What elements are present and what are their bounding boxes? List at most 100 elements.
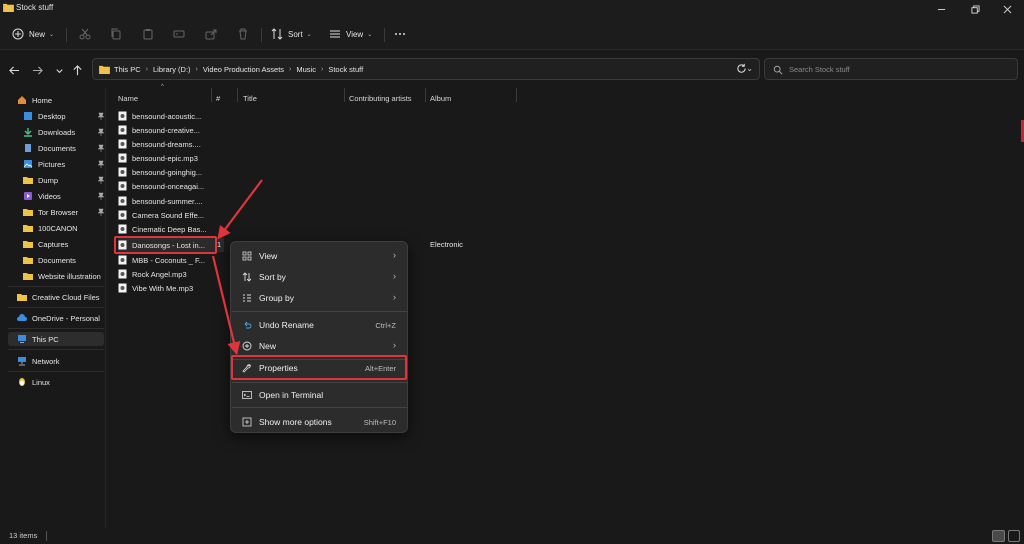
sidebar-item-label: Documents <box>38 143 76 153</box>
file-row-selected[interactable]: Danosongs - Lost in... <box>118 238 224 252</box>
sidebar-item-captures[interactable]: Captures <box>23 237 68 251</box>
file-row[interactable]: bensound-summer.... <box>118 194 202 208</box>
desktop-icon <box>24 112 32 120</box>
search-input[interactable] <box>789 62 1009 76</box>
column-divider[interactable] <box>516 88 517 102</box>
sidebar-item-videos[interactable]: Videos <box>23 189 105 203</box>
toolbar-divider <box>66 28 67 42</box>
menu-item-undo-rename[interactable]: Undo Rename Ctrl+Z <box>234 315 406 335</box>
menu-item-show-more-options[interactable]: Show more options Shift+F10 <box>234 412 406 432</box>
pin-icon[interactable] <box>97 112 105 120</box>
file-row[interactable]: bensound-acoustic... <box>118 109 201 123</box>
delete-button[interactable] <box>237 24 249 44</box>
sidebar-item-onedrive[interactable]: OneDrive - Personal <box>17 311 100 325</box>
pin-icon[interactable] <box>97 160 105 168</box>
close-icon <box>1003 5 1011 13</box>
menu-item-group-by[interactable]: Group by › <box>234 288 406 308</box>
copy-button[interactable] <box>110 24 122 44</box>
pin-icon[interactable] <box>97 176 105 184</box>
sidebar-item-dump[interactable]: Dump <box>23 173 105 187</box>
file-row[interactable]: Cinematic Deep Bas... <box>118 222 207 236</box>
minimize-button[interactable] <box>926 2 956 16</box>
view-button[interactable]: View ⌄ <box>329 24 372 44</box>
file-row[interactable]: bensound-goinghig... <box>118 165 202 179</box>
column-divider[interactable] <box>425 88 426 102</box>
sort-button[interactable]: Sort ⌄ <box>271 24 312 44</box>
cloud-icon <box>17 314 27 321</box>
sidebar-item-label: Captures <box>38 239 69 249</box>
sidebar-item-website-illustration[interactable]: Website illustration <box>23 269 101 283</box>
sidebar-item-pictures[interactable]: Pictures <box>23 157 105 171</box>
column-divider[interactable] <box>211 88 212 102</box>
cut-button[interactable] <box>79 24 91 44</box>
menu-item-sort-by[interactable]: Sort by › <box>234 267 406 287</box>
breadcrumb-library[interactable]: Library (D:) <box>153 65 191 74</box>
maximize-button[interactable] <box>960 2 990 16</box>
breadcrumb-stock-stuff[interactable]: Stock stuff <box>328 65 363 74</box>
pin-icon[interactable] <box>97 144 105 152</box>
up-button[interactable] <box>70 63 84 77</box>
breadcrumb-music[interactable]: Music <box>296 65 316 74</box>
sort-ascending-icon: ^ <box>161 84 164 90</box>
menu-item-new[interactable]: New › <box>234 336 406 356</box>
sidebar-item-creative-cloud[interactable]: Creative Cloud Files <box>17 290 100 304</box>
sidebar-item-documents[interactable]: Documents <box>23 141 105 155</box>
breadcrumb: This PC › Library (D:) › Video Productio… <box>114 65 363 74</box>
menu-item-open-in-terminal[interactable]: Open in Terminal <box>234 385 406 405</box>
breadcrumb-this-pc[interactable]: This PC <box>114 65 141 74</box>
pin-icon[interactable] <box>97 208 105 216</box>
sidebar-item-desktop[interactable]: Desktop <box>23 109 105 123</box>
menu-item-properties[interactable]: Properties Alt+Enter <box>234 358 406 378</box>
new-button[interactable]: New ⌄ <box>12 24 54 44</box>
column-header-name[interactable]: Name <box>118 91 138 105</box>
column-header-contributing-artists[interactable]: Contributing artists <box>349 91 412 105</box>
recent-locations-button[interactable] <box>52 63 66 77</box>
chevron-right-icon: › <box>195 66 198 73</box>
column-header-number[interactable]: # <box>216 91 220 105</box>
column-divider[interactable] <box>344 88 345 102</box>
share-button[interactable] <box>205 24 217 44</box>
sidebar-item-network[interactable]: Network <box>17 354 60 368</box>
file-row[interactable]: bensound-creative... <box>118 123 200 137</box>
breadcrumb-video-production-assets[interactable]: Video Production Assets <box>203 65 284 74</box>
sidebar-item-documents-2[interactable]: Documents <box>23 253 76 267</box>
search-box[interactable] <box>764 58 1018 80</box>
file-row[interactable]: bensound-onceagai... <box>118 179 204 193</box>
sidebar-item-downloads[interactable]: Downloads <box>23 125 105 139</box>
file-row[interactable]: Camera Sound Effe... <box>118 208 204 222</box>
more-options-button[interactable] <box>394 24 406 44</box>
menu-item-view[interactable]: View › <box>234 246 406 266</box>
sidebar-item-this-pc[interactable]: This PC <box>8 332 104 346</box>
file-row[interactable]: MBB - Coconuts _ F... <box>118 253 205 267</box>
column-header-album[interactable]: Album <box>430 91 451 105</box>
rename-button[interactable] <box>173 24 185 44</box>
file-row[interactable]: bensound-dreams.... <box>118 137 201 151</box>
file-name: bensound-creative... <box>132 125 200 135</box>
pin-icon[interactable] <box>97 192 105 200</box>
sidebar-item-100canon[interactable]: 100CANON <box>23 221 78 235</box>
creative-cloud-icon <box>17 294 27 301</box>
forward-button[interactable] <box>30 63 44 77</box>
file-row[interactable]: bensound-epic.mp3 <box>118 151 198 165</box>
sidebar-divider <box>8 371 104 372</box>
pictures-icon <box>23 160 33 168</box>
tiles-view-button[interactable] <box>1008 530 1020 542</box>
pin-icon[interactable] <box>97 128 105 136</box>
column-divider[interactable] <box>237 88 238 102</box>
file-name: bensound-onceagai... <box>132 181 205 191</box>
sidebar-item-linux[interactable]: Linux <box>17 375 50 389</box>
details-view-button[interactable] <box>992 530 1005 542</box>
sidebar-item-home[interactable]: Home <box>17 93 52 107</box>
address-bar[interactable]: This PC › Library (D:) › Video Productio… <box>92 58 760 80</box>
column-header-title[interactable]: Title <box>243 91 257 105</box>
up-icon <box>72 64 82 75</box>
paste-button[interactable] <box>142 24 154 44</box>
folder-icon <box>23 257 33 264</box>
file-row[interactable]: Rock Angel.mp3 <box>118 267 187 281</box>
refresh-button[interactable] <box>736 63 752 77</box>
file-row[interactable]: Vibe With Me.mp3 <box>118 281 193 295</box>
sidebar-item-tor-browser[interactable]: Tor Browser <box>23 205 105 219</box>
close-button[interactable] <box>992 2 1022 16</box>
music-file-icon <box>118 139 127 149</box>
back-button[interactable] <box>7 63 21 77</box>
